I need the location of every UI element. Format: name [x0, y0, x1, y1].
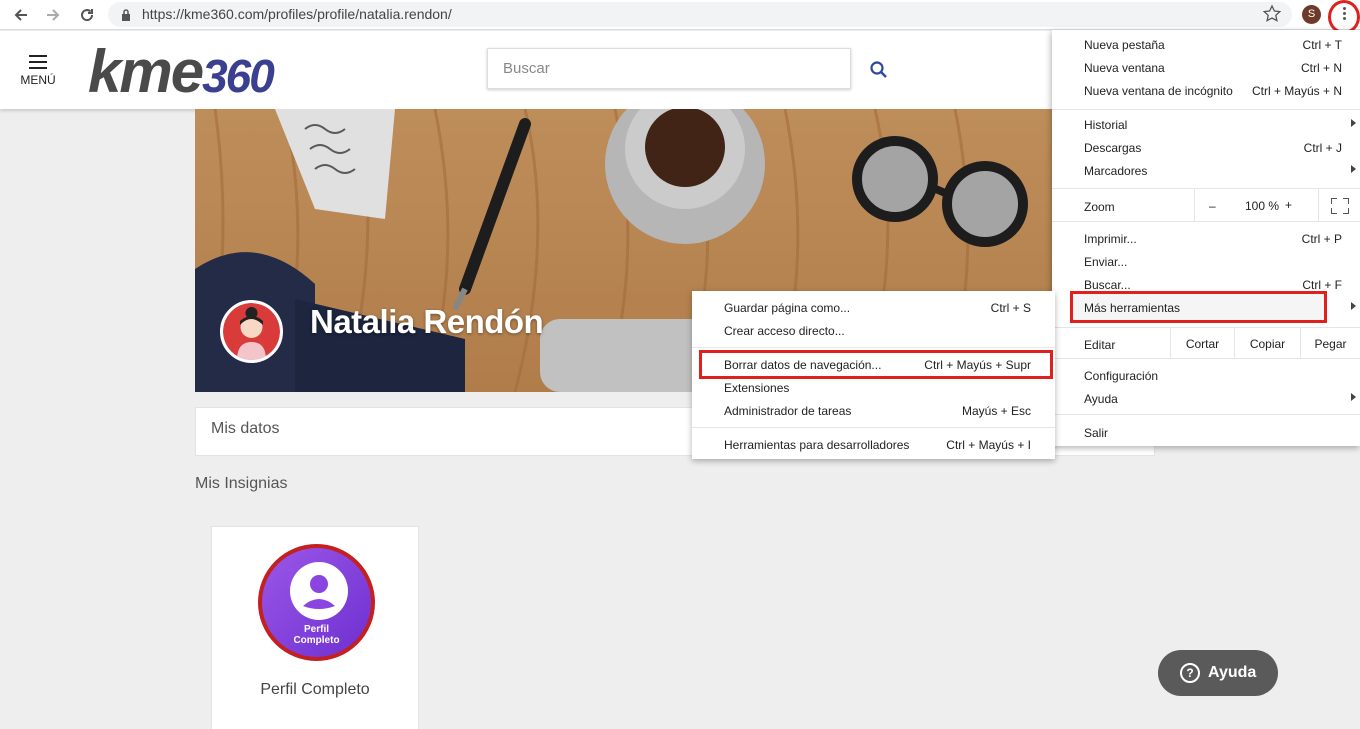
menu-item-new-tab[interactable]: Nueva pestaña Ctrl + T	[1052, 34, 1360, 56]
profile-avatar-icon[interactable]: S	[1302, 5, 1321, 24]
help-button[interactable]: ? Ayuda	[1158, 650, 1278, 696]
menu-item-extensions[interactable]: Extensiones	[692, 377, 1055, 399]
badge-text: Perfil Completo	[262, 624, 371, 646]
search-icon[interactable]	[870, 61, 888, 84]
menu-item-print[interactable]: Imprimir... Ctrl + P	[1052, 228, 1360, 250]
menu-item-history[interactable]: Historial	[1052, 114, 1360, 136]
menu-zoom-row: Zoom – 100 % +	[1052, 188, 1360, 222]
menu-item-help[interactable]: Ayuda	[1052, 388, 1360, 410]
bookmark-star-icon[interactable]	[1262, 4, 1282, 29]
menu-item-new-window[interactable]: Nueva ventana Ctrl + N	[1052, 57, 1360, 79]
fullscreen-icon[interactable]	[1318, 189, 1360, 222]
menu-item-cast[interactable]: Enviar...	[1052, 251, 1360, 273]
user-icon	[290, 562, 348, 620]
menu-item-task-manager[interactable]: Administrador de tareas Mayús + Esc	[692, 400, 1055, 422]
browser-toolbar: https://kme360.com/profiles/profile/nata…	[0, 0, 1360, 34]
chrome-main-menu: Nueva pestaña Ctrl + T Nueva ventana Ctrl …	[1052, 30, 1360, 446]
menu-item-create-shortcut[interactable]: Crear acceso directo...	[692, 320, 1055, 342]
back-icon[interactable]	[10, 4, 32, 26]
menu-item-downloads[interactable]: Descargas Ctrl + J	[1052, 137, 1360, 159]
menu-label: MENÚ	[20, 73, 56, 87]
paste-button[interactable]: Pegar	[1300, 328, 1360, 359]
submenu-arrow-icon	[1351, 165, 1356, 173]
badge-card[interactable]: Perfil Completo Perfil Completo	[211, 526, 419, 729]
menu-item-dev-tools[interactable]: Herramientas para desarrolladores Ctrl + …	[692, 434, 1055, 456]
edit-label: Editar	[1084, 338, 1116, 352]
profile-name: Natalia Rendón	[310, 303, 544, 340]
profile-avatar	[220, 300, 283, 363]
mis-datos-label: Mis datos	[211, 420, 280, 437]
lock-icon[interactable]	[121, 8, 131, 26]
badge-label: Perfil Completo	[260, 681, 370, 698]
submenu-arrow-icon	[1351, 393, 1356, 401]
more-tools-highlight	[1070, 291, 1327, 323]
search-input[interactable]: Buscar	[487, 48, 851, 89]
logo-number: 360	[202, 50, 275, 102]
menu-item-incognito[interactable]: Nueva ventana de incógnito Ctrl + Mayús +…	[1052, 80, 1360, 102]
insignias-title: Mis Insignias	[195, 475, 288, 492]
menu-edit-row: Editar Cortar Copiar Pegar	[1052, 327, 1360, 359]
menu-divider	[692, 427, 1055, 428]
menu-item-exit[interactable]: Salir	[1052, 422, 1360, 444]
kme360-logo[interactable]: kme360	[88, 37, 275, 106]
submenu-arrow-icon	[1351, 119, 1356, 127]
question-icon: ?	[1180, 663, 1200, 683]
badge-icon: Perfil Completo	[258, 544, 375, 661]
zoom-label: Zoom	[1084, 200, 1115, 214]
forward-icon[interactable]	[42, 4, 64, 26]
submenu-arrow-icon	[1351, 302, 1356, 310]
url-text[interactable]: https://kme360.com/profiles/profile/nata…	[142, 6, 452, 22]
zoom-in-button[interactable]: +	[1285, 198, 1292, 212]
menu-item-save-page[interactable]: Guardar página como... Ctrl + S	[692, 297, 1055, 319]
badge-text-line2: Completo	[293, 635, 340, 646]
menu-divider	[1052, 109, 1360, 110]
cut-button[interactable]: Cortar	[1170, 328, 1234, 359]
zoom-out-button[interactable]: –	[1209, 199, 1216, 213]
menu-divider	[692, 347, 1055, 348]
zoom-control: – 100 % +	[1194, 189, 1314, 222]
chrome-menu-icon[interactable]	[1338, 7, 1350, 23]
menu-item-settings[interactable]: Configuración	[1052, 365, 1360, 387]
menu-divider	[1052, 414, 1360, 415]
logo-text: kme	[88, 38, 204, 105]
reload-icon[interactable]	[76, 4, 98, 26]
badge-text-line1: Perfil	[303, 624, 329, 635]
copy-button[interactable]: Copiar	[1234, 328, 1300, 359]
menu-item-bookmarks[interactable]: Marcadores	[1052, 160, 1360, 182]
hamburger-icon	[20, 55, 56, 69]
zoom-value: 100 %	[1245, 199, 1280, 213]
clear-data-highlight	[699, 350, 1053, 379]
help-button-label: Ayuda	[1208, 664, 1257, 681]
menu-button[interactable]: MENÚ	[20, 55, 56, 87]
